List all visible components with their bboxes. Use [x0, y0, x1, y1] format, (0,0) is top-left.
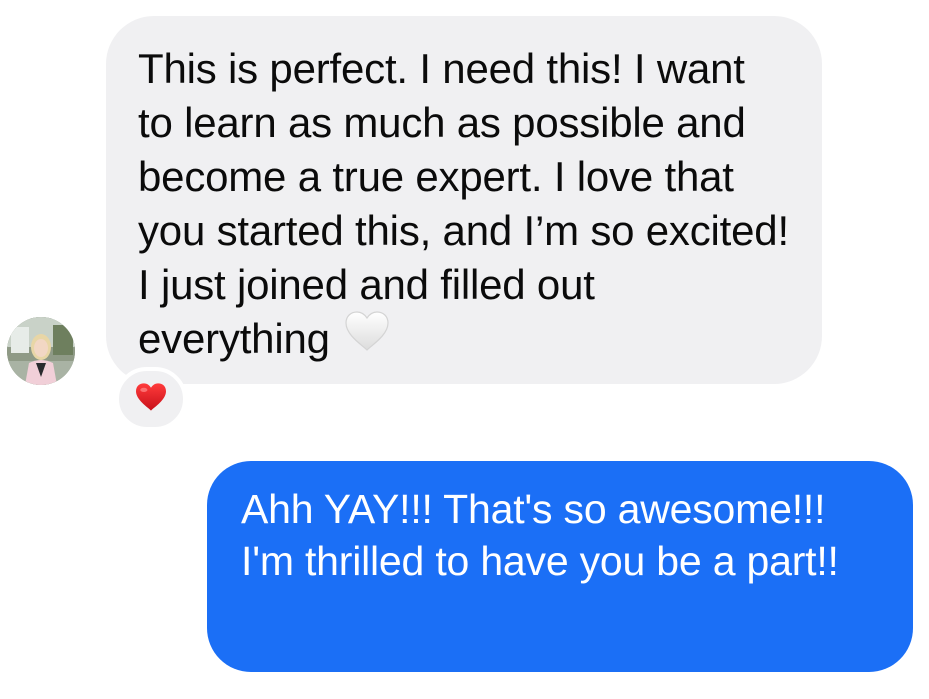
reaction-badge[interactable] — [115, 367, 187, 431]
contact-avatar[interactable] — [7, 317, 75, 385]
white-heart-icon — [344, 310, 390, 365]
red-heart-icon — [134, 382, 168, 417]
incoming-message-text: This is perfect. I need this! I want to … — [138, 42, 790, 366]
outgoing-message-text: Ahh YAY!!! That's so awesome!!! I'm thri… — [241, 486, 839, 584]
incoming-message-bubble[interactable]: This is perfect. I need this! I want to … — [106, 16, 822, 384]
outgoing-message-bubble[interactable]: Ahh YAY!!! That's so awesome!!! I'm thri… — [207, 461, 913, 672]
message-thread: This is perfect. I need this! I want to … — [0, 0, 929, 699]
